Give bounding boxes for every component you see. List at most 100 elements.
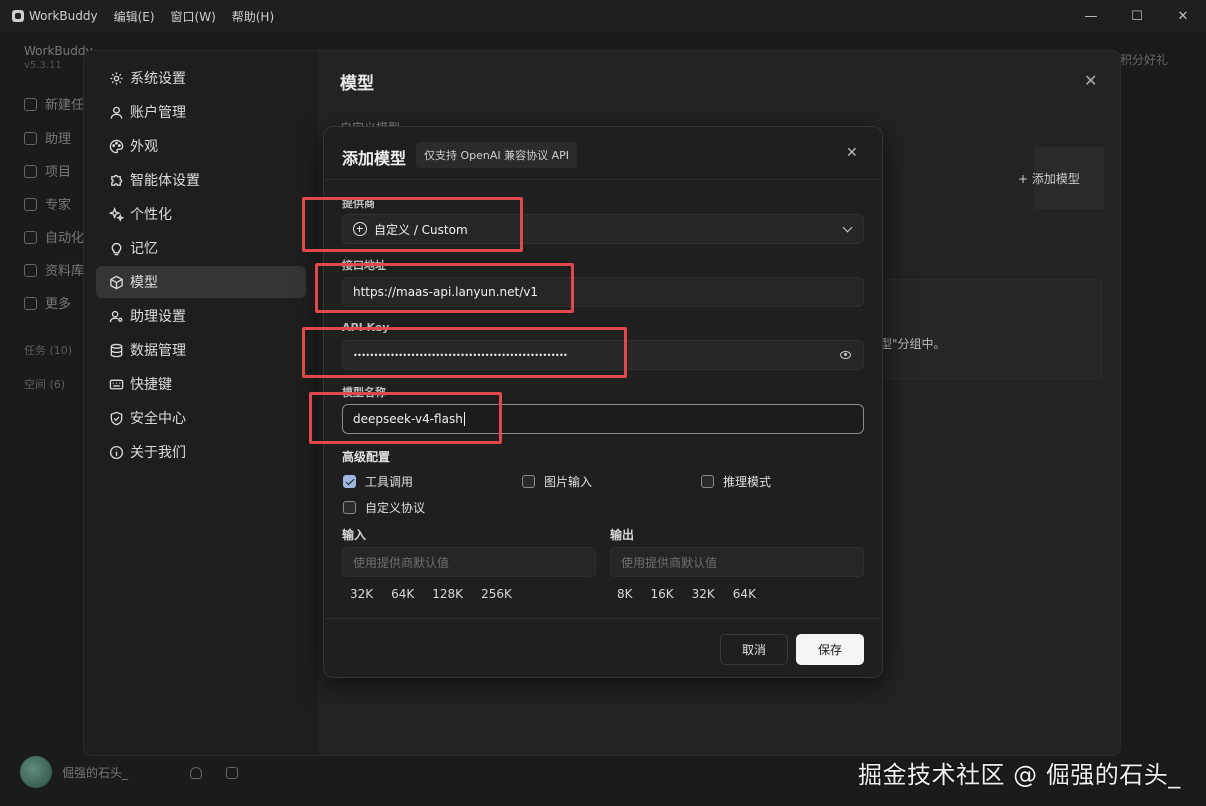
title-bar: WorkBuddy 编辑(E) 窗口(W) 帮助(H) — ☐ ✕ (0, 0, 1206, 32)
palette-icon (108, 138, 124, 154)
minimize-button[interactable]: — (1068, 0, 1114, 32)
menu-edit[interactable]: 编辑(E) (114, 8, 155, 25)
dialog-close-button[interactable]: ✕ (846, 145, 858, 161)
bell-icon[interactable] (190, 767, 202, 779)
folder-icon (24, 165, 37, 178)
checkbox-reasoning[interactable]: 推理模式 (701, 473, 771, 490)
assistant-icon (108, 308, 124, 324)
output-preset-chip[interactable]: 32K (683, 587, 724, 601)
cancel-button[interactable]: 取消 (720, 634, 788, 665)
settings-nav: 系统设置 账户管理 外观 智能体设置 个性化 记忆 模型 助理设置 数据管理 快… (84, 51, 318, 755)
checkbox-custom-protocol[interactable]: 自定义协议 (343, 499, 425, 516)
annotation-box-endpoint (315, 263, 574, 313)
avatar (20, 756, 52, 788)
bg-nav-expert[interactable]: 专家 (24, 194, 71, 213)
bulb-icon (108, 240, 124, 256)
eye-icon[interactable] (840, 351, 851, 359)
puzzle-icon (108, 172, 124, 188)
settings-nav-memory[interactable]: 记忆 (96, 232, 306, 264)
checkbox-empty-icon (343, 501, 356, 514)
bg-group-spaces[interactable]: 空间 (6) (24, 376, 65, 392)
output-tokens-label: 输出 (610, 528, 635, 542)
hint-card (880, 279, 1102, 379)
input-tokens-placeholder: 使用提供商默认值 (353, 555, 450, 570)
clock-icon (24, 231, 37, 244)
openai-compat-badge: 仅支持 OpenAI 兼容协议 API (416, 142, 578, 168)
settings-nav-data[interactable]: 数据管理 (96, 334, 306, 366)
bg-points-link[interactable]: 积分好礼 (1120, 51, 1168, 68)
expert-icon (24, 198, 37, 211)
advanced-config-label: 高级配置 (342, 450, 391, 464)
maximize-button[interactable]: ☐ (1114, 0, 1160, 32)
settings-close-button[interactable]: ✕ (1084, 71, 1097, 90)
gear-icon (108, 70, 124, 86)
checkbox-empty-icon (522, 475, 535, 488)
assistant-icon (24, 132, 37, 145)
settings-nav-security[interactable]: 安全中心 (96, 402, 306, 434)
output-token-presets: 8K 16K 32K 64K (608, 587, 765, 601)
book-icon (24, 264, 37, 277)
grid-icon (24, 297, 37, 310)
settings-nav-assistant[interactable]: 助理设置 (96, 300, 306, 332)
settings-nav-appearance[interactable]: 外观 (96, 130, 306, 162)
bg-user-name: 倔强的石头_ (62, 765, 129, 780)
bg-nav-more[interactable]: 更多 (24, 293, 71, 312)
chevron-down-icon (842, 222, 853, 233)
settings-nav-system[interactable]: 系统设置 (96, 62, 306, 94)
close-window-button[interactable]: ✕ (1160, 0, 1206, 32)
watermark: 掘金技术社区 @ 倔强的石头_ (858, 761, 1181, 789)
settings-nav-agent[interactable]: 智能体设置 (96, 164, 306, 196)
background-sidebar: WorkBuddy v5.3.11 新建任务 助理 项目 专家 自动化 资料库 … (0, 32, 97, 806)
shield-icon (108, 410, 124, 426)
bg-nav-project[interactable]: 项目 (24, 161, 71, 180)
bg-version: v5.3.11 (24, 60, 62, 71)
annotation-box-model-name (309, 392, 502, 444)
settings-nav-account[interactable]: 账户管理 (96, 96, 306, 128)
bg-nav-assistant[interactable]: 助理 (24, 128, 71, 147)
keyboard-icon (108, 376, 124, 392)
output-preset-chip[interactable]: 8K (608, 587, 642, 601)
plus-icon (24, 98, 37, 111)
info-icon (108, 444, 124, 460)
settings-title: 模型 (340, 74, 374, 94)
bg-nav-automation[interactable]: 自动化 (24, 227, 84, 246)
add-model-button[interactable]: + 添加模型 (1018, 170, 1080, 187)
app-name: WorkBuddy (29, 9, 98, 23)
input-tokens-label: 输入 (342, 528, 367, 542)
checkbox-checked-icon (343, 475, 356, 488)
message-icon[interactable] (226, 767, 238, 779)
menu-help[interactable]: 帮助(H) (232, 8, 274, 25)
annotation-box-api-key (302, 327, 627, 378)
input-token-presets: 32K 64K 128K 256K (341, 587, 521, 601)
bg-group-tasks[interactable]: 任务 (10) (24, 342, 72, 358)
input-preset-chip[interactable]: 64K (382, 587, 423, 601)
input-tokens-field[interactable]: 使用提供商默认值 (342, 547, 596, 577)
settings-nav-model[interactable]: 模型 (96, 266, 306, 298)
divider (324, 618, 882, 619)
checkbox-image-input[interactable]: 图片输入 (522, 473, 592, 490)
checkbox-tool-call[interactable]: 工具调用 (343, 473, 413, 490)
user-icon (108, 104, 124, 120)
app-logo-icon (12, 10, 24, 22)
bg-nav-library[interactable]: 资料库 (24, 260, 84, 279)
cube-icon (108, 274, 124, 290)
annotation-box-provider (302, 197, 523, 252)
save-button[interactable]: 保存 (796, 634, 864, 665)
bg-user[interactable]: 倔强的石头_ (20, 756, 128, 788)
settings-nav-personalize[interactable]: 个性化 (96, 198, 306, 230)
settings-nav-shortcuts[interactable]: 快捷键 (96, 368, 306, 400)
input-preset-chip[interactable]: 128K (423, 587, 472, 601)
output-preset-chip[interactable]: 16K (642, 587, 683, 601)
input-preset-chip[interactable]: 256K (472, 587, 521, 601)
divider (324, 179, 882, 180)
output-tokens-field[interactable]: 使用提供商默认值 (610, 547, 864, 577)
output-preset-chip[interactable]: 64K (724, 587, 765, 601)
dialog-title: 添加模型 (342, 149, 407, 168)
bg-app-name: WorkBuddy (24, 44, 93, 58)
database-icon (108, 342, 124, 358)
menu-window[interactable]: 窗口(W) (171, 8, 216, 25)
input-preset-chip[interactable]: 32K (341, 587, 382, 601)
settings-nav-about[interactable]: 关于我们 (96, 436, 306, 468)
window-controls: — ☐ ✕ (1068, 0, 1206, 32)
checkbox-empty-icon (701, 475, 714, 488)
